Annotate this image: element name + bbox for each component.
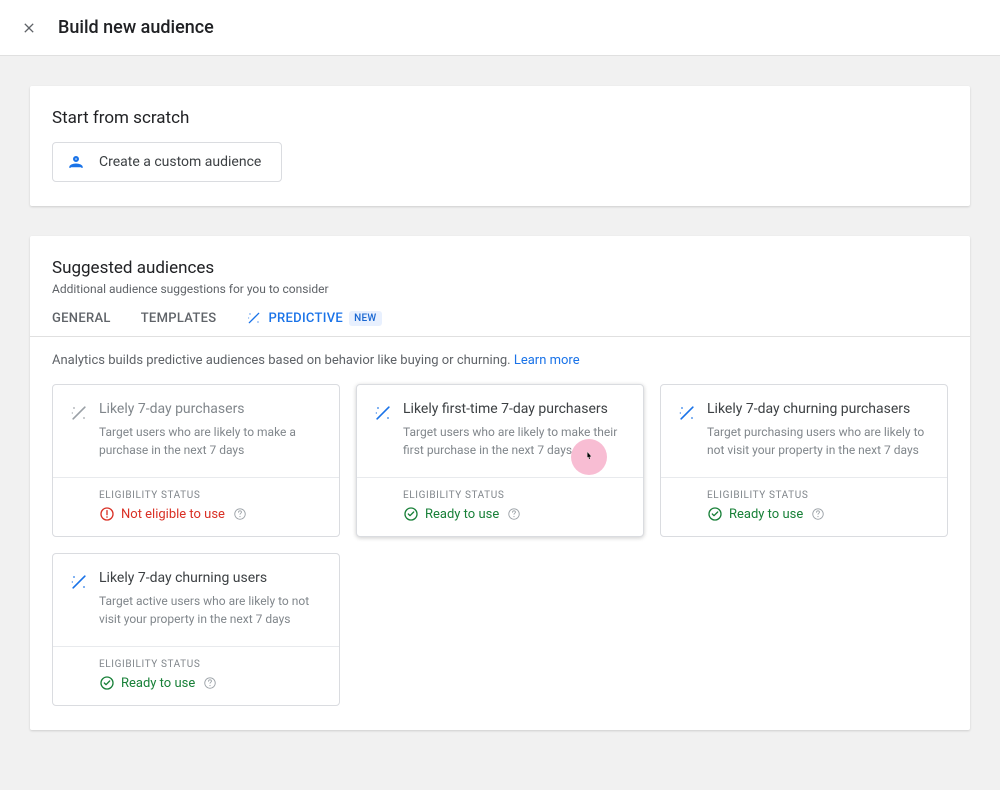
audience-card[interactable]: Likely first-time 7-day purchasers Targe… — [356, 384, 644, 537]
suggested-subtitle: Additional audience suggestions for you … — [52, 282, 948, 296]
status-row: Not eligible to use — [99, 506, 293, 522]
wand-icon — [677, 403, 697, 423]
status-text: Ready to use — [121, 676, 195, 691]
eligibility-label: ELIGIBILITY STATUS — [99, 659, 293, 670]
person-icon — [67, 153, 85, 171]
card-body: Likely 7-day purchasers Target users who… — [53, 385, 339, 477]
suggested-title: Suggested audiences — [52, 258, 948, 278]
tab-predictive-label: PREDICTIVE — [268, 311, 343, 326]
audience-card[interactable]: Likely 7-day purchasers Target users who… — [52, 384, 340, 537]
eligibility-label: ELIGIBILITY STATUS — [99, 490, 293, 501]
status-row: Ready to use — [403, 506, 597, 522]
card-body: Likely 7-day churning users Target activ… — [53, 554, 339, 646]
tab-predictive[interactable]: PREDICTIVE NEW — [246, 310, 381, 326]
error-circle-icon — [99, 506, 115, 522]
create-custom-audience-label: Create a custom audience — [99, 154, 261, 170]
wand-icon — [69, 403, 89, 423]
eligibility-label: ELIGIBILITY STATUS — [707, 490, 901, 501]
card-footer: ELIGIBILITY STATUS Ready to use — [661, 477, 947, 536]
card-title: Likely first-time 7-day purchasers — [403, 401, 627, 417]
eligibility-label: ELIGIBILITY STATUS — [403, 490, 597, 501]
status-row: Ready to use — [99, 675, 293, 691]
tab-general[interactable]: GENERAL — [52, 311, 111, 326]
suggested-audiences-panel: Suggested audiences Additional audience … — [30, 236, 970, 730]
start-from-scratch-panel: Start from scratch Create a custom audie… — [30, 86, 970, 206]
card-footer: ELIGIBILITY STATUS Ready to use — [357, 477, 643, 536]
card-title: Likely 7-day purchasers — [99, 401, 323, 417]
page-title: Build new audience — [58, 17, 214, 38]
help-icon[interactable] — [507, 507, 521, 521]
wand-icon — [246, 310, 262, 326]
scratch-title: Start from scratch — [52, 108, 948, 128]
card-body: Likely 7-day churning purchasers Target … — [661, 385, 947, 477]
predictive-info-text: Analytics builds predictive audiences ba… — [52, 353, 511, 368]
create-custom-audience-button[interactable]: Create a custom audience — [52, 142, 282, 182]
audience-card[interactable]: Likely 7-day churning purchasers Target … — [660, 384, 948, 537]
card-title: Likely 7-day churning users — [99, 570, 323, 586]
cards-grid: Likely 7-day purchasers Target users who… — [52, 384, 948, 706]
wand-icon — [69, 572, 89, 592]
check-circle-icon — [99, 675, 115, 691]
header: Build new audience — [0, 0, 1000, 56]
learn-more-link[interactable]: Learn more — [514, 353, 580, 368]
check-circle-icon — [707, 506, 723, 522]
predictive-info: Analytics builds predictive audiences ba… — [52, 337, 948, 384]
card-description: Target users who are likely to make a pu… — [99, 423, 323, 459]
audience-card[interactable]: Likely 7-day churning users Target activ… — [52, 553, 340, 706]
card-footer: ELIGIBILITY STATUS Ready to use — [53, 646, 339, 705]
card-description: Target active users who are likely to no… — [99, 592, 323, 628]
tabs: GENERAL TEMPLATES PREDICTIVE NEW — [30, 310, 970, 337]
status-text: Not eligible to use — [121, 507, 225, 522]
card-body: Likely first-time 7-day purchasers Targe… — [357, 385, 643, 477]
new-badge: NEW — [349, 311, 381, 326]
close-icon — [21, 20, 37, 36]
status-text: Ready to use — [729, 507, 803, 522]
content: Start from scratch Create a custom audie… — [0, 56, 1000, 790]
help-icon[interactable] — [233, 507, 247, 521]
status-row: Ready to use — [707, 506, 901, 522]
help-icon[interactable] — [811, 507, 825, 521]
wand-icon — [373, 403, 393, 423]
help-icon[interactable] — [203, 676, 217, 690]
check-circle-icon — [403, 506, 419, 522]
card-description: Target purchasing users who are likely t… — [707, 423, 931, 459]
card-title: Likely 7-day churning purchasers — [707, 401, 931, 417]
card-description: Target users who are likely to make thei… — [403, 423, 627, 459]
card-footer: ELIGIBILITY STATUS Not eligible to use — [53, 477, 339, 536]
tab-templates[interactable]: TEMPLATES — [141, 311, 217, 326]
close-button[interactable] — [20, 19, 38, 37]
status-text: Ready to use — [425, 507, 499, 522]
